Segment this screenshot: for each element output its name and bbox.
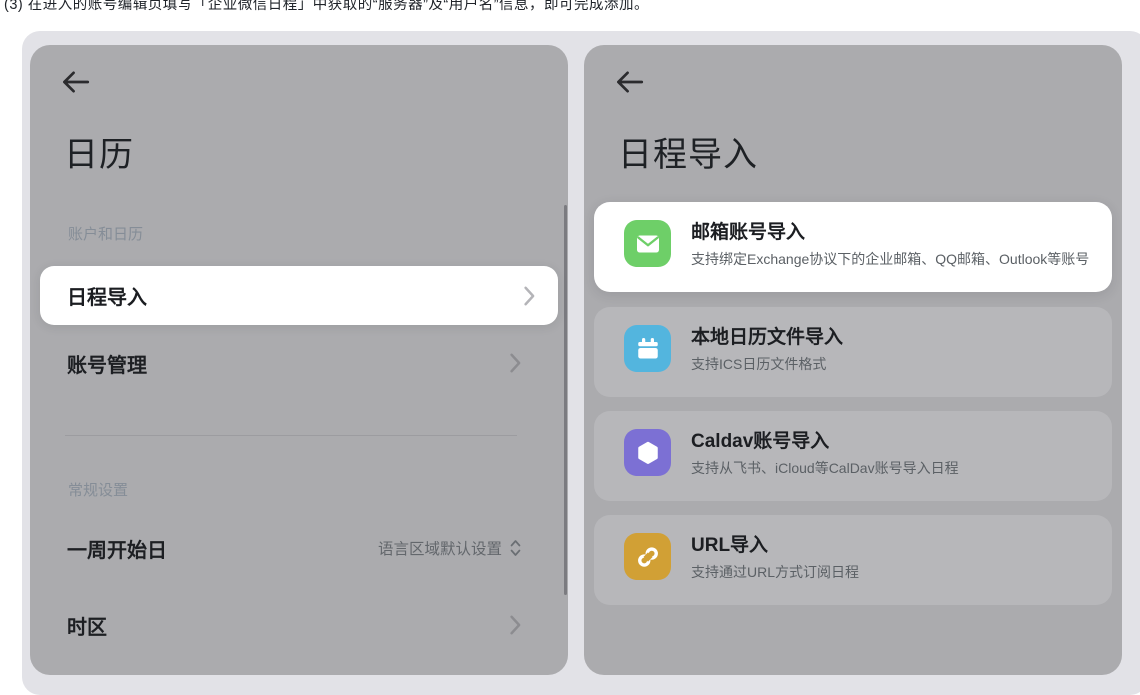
page-title: 日程导入 — [618, 127, 758, 176]
section-label-accounts: 账户和日历 — [68, 223, 143, 244]
screenshot-frame: 日历 账户和日历 日程导入 账号管理 常规设置 一周开始日 语言区域默认设置 — [22, 31, 1140, 695]
import-option-subtitle: 支持从飞书、iCloud等CalDav账号导入日程 — [691, 458, 959, 479]
calendar-settings-panel: 日历 账户和日历 日程导入 账号管理 常规设置 一周开始日 语言区域默认设置 — [30, 45, 568, 675]
back-button[interactable] — [58, 65, 92, 99]
import-option-caldav[interactable]: Caldav账号导入 支持从飞书、iCloud等CalDav账号导入日程 — [594, 411, 1112, 501]
row-week-start-label: 一周开始日 — [67, 534, 167, 563]
chevron-right-icon — [508, 352, 522, 374]
import-option-title: Caldav账号导入 — [691, 431, 959, 454]
import-option-title: 本地日历文件导入 — [691, 327, 843, 350]
hexagon-icon — [624, 429, 671, 476]
chevron-right-icon — [508, 614, 522, 636]
page-title: 日历 — [64, 127, 134, 176]
row-timezone-label: 时区 — [67, 611, 107, 640]
row-schedule-import-label: 日程导入 — [67, 281, 147, 310]
import-option-url[interactable]: URL导入 支持通过URL方式订阅日程 — [594, 515, 1112, 605]
import-option-subtitle: 支持ICS日历文件格式 — [691, 354, 843, 375]
schedule-import-panel: 日程导入 邮箱账号导入 支持绑定Exchange协议下的企业邮箱、QQ邮箱、Ou… — [584, 45, 1122, 675]
import-option-local-file[interactable]: 本地日历文件导入 支持ICS日历文件格式 — [594, 307, 1112, 397]
calendar-icon — [624, 325, 671, 372]
import-option-title: 邮箱账号导入 — [691, 222, 1089, 245]
import-option-subtitle: 支持通过URL方式订阅日程 — [691, 562, 859, 583]
row-account-management[interactable]: 账号管理 — [67, 341, 522, 385]
link-icon — [624, 533, 671, 580]
scrollbar[interactable] — [564, 205, 567, 595]
arrow-left-icon — [58, 65, 92, 99]
section-label-general: 常规设置 — [68, 479, 128, 500]
doc-step-text: (3) 在进入的账号编辑页填写「企业微信日程」中获取的“服务器”及“用户名”信息… — [4, 0, 649, 14]
import-option-email[interactable]: 邮箱账号导入 支持绑定Exchange协议下的企业邮箱、QQ邮箱、Outlook… — [594, 202, 1112, 292]
row-schedule-import[interactable]: 日程导入 — [40, 266, 558, 325]
week-start-value: 语言区域默认设置 — [378, 537, 502, 559]
arrow-left-icon — [612, 65, 646, 99]
back-button[interactable] — [612, 65, 646, 99]
row-account-management-label: 账号管理 — [67, 349, 147, 378]
section-divider — [65, 435, 517, 436]
import-option-subtitle: 支持绑定Exchange协议下的企业邮箱、QQ邮箱、Outlook等账号 — [691, 249, 1089, 270]
row-week-start[interactable]: 一周开始日 语言区域默认设置 — [67, 526, 522, 570]
import-option-title: URL导入 — [691, 535, 859, 558]
chevron-up-down-icon — [509, 538, 522, 558]
row-timezone[interactable]: 时区 — [67, 603, 522, 647]
chevron-right-icon — [522, 285, 536, 307]
mail-icon — [624, 220, 671, 267]
